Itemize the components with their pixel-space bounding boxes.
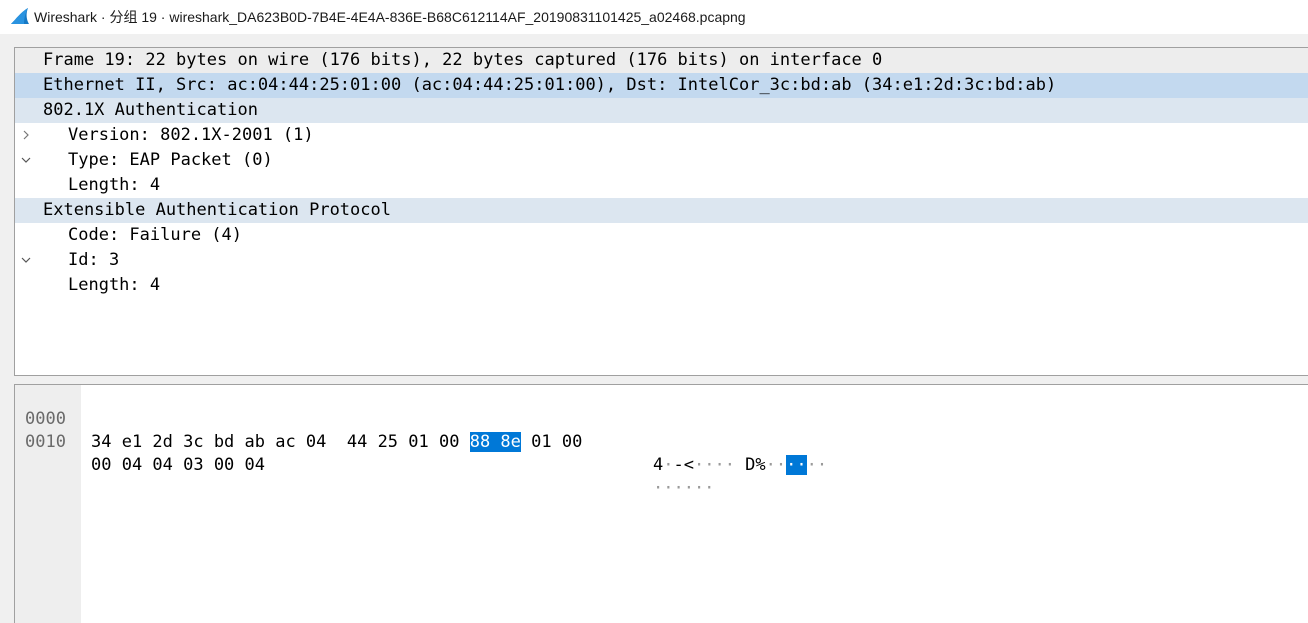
ascii-segment: -< — [673, 455, 694, 475]
tree-row-length[interactable]: Length: 4 — [15, 173, 1308, 198]
ascii-highlight[interactable]: ·· — [786, 455, 807, 475]
hex-highlight[interactable]: 88 8e — [469, 432, 521, 452]
tree-row-label: Version: 802.1X-2001 (1) — [68, 125, 314, 145]
pane-splitter[interactable] — [0, 376, 1308, 384]
title-bar: Wireshark · 分组 19 · wireshark_DA623B0D-7… — [0, 0, 1308, 34]
tree-row-label: Code: Failure (4) — [68, 225, 242, 245]
wireshark-fin-icon — [11, 8, 29, 24]
tree-row-code[interactable]: Code: Failure (4) — [15, 223, 1308, 248]
ascii-dots: ·· — [765, 455, 787, 475]
hex-segment: 34 e1 2d 3c bd ab ac 04 44 25 01 00 — [91, 432, 470, 452]
ascii-segment: 4 — [653, 455, 664, 475]
tree-row-8021x[interactable]: 802.1X Authentication — [15, 98, 1308, 163]
tree-row-eap[interactable]: Extensible Authentication Protocol — [15, 198, 1308, 263]
ascii-dots: · — [663, 455, 674, 475]
hex-bytes[interactable]: 34 e1 2d 3c bd ab ac 04 44 25 01 00 88 8… — [91, 431, 582, 454]
ascii-dots: ···· — [693, 455, 746, 475]
chevron-right-icon[interactable] — [21, 73, 35, 140]
packet-details-pane[interactable]: Frame 19: 22 bytes on wire (176 bits), 2… — [14, 47, 1308, 376]
tree-row-label: Ethernet II, Src: ac:04:44:25:01:00 (ac:… — [43, 75, 1057, 95]
packet-bytes-pane[interactable]: 0000 34 e1 2d 3c bd ab ac 04 44 25 01 00… — [14, 384, 1308, 623]
tree-row-label: Type: EAP Packet (0) — [68, 150, 273, 170]
tree-row-label: Frame 19: 22 bytes on wire (176 bits), 2… — [43, 50, 883, 70]
byte-row[interactable]: 0000 34 e1 2d 3c bd ab ac 04 44 25 01 00… — [15, 385, 1305, 475]
tree-row-label: Length: 4 — [68, 175, 161, 195]
tree-row-id[interactable]: Id: 3 — [15, 248, 1308, 273]
ascii-bytes[interactable]: ······ — [653, 477, 714, 500]
byte-offset: 0010 — [25, 432, 66, 452]
chevron-right-icon[interactable] — [21, 48, 35, 115]
ascii-bytes[interactable]: 4·-<···· D%······ — [653, 454, 827, 477]
tree-row-version[interactable]: Version: 802.1X-2001 (1) — [15, 123, 1308, 148]
tree-row-type[interactable]: Type: EAP Packet (0) — [15, 148, 1308, 173]
chevron-down-icon[interactable] — [21, 198, 35, 263]
tree-row-frame[interactable]: Frame 19: 22 bytes on wire (176 bits), 2… — [15, 48, 1308, 115]
tree-row-eap-length[interactable]: Length: 4 — [15, 273, 1308, 298]
byte-row[interactable]: 0010 00 04 04 03 00 04 ······ — [15, 408, 1305, 498]
tree-row-label: Extensible Authentication Protocol — [43, 200, 391, 220]
window-title: Wireshark · 分组 19 · wireshark_DA623B0D-7… — [34, 9, 746, 25]
tree-row-label: Id: 3 — [68, 250, 120, 270]
tree-row-label: 802.1X Authentication — [43, 100, 258, 120]
tree-row-ethernet[interactable]: Ethernet II, Src: ac:04:44:25:01:00 (ac:… — [15, 73, 1308, 140]
hex-bytes[interactable]: 00 04 04 03 00 04 — [91, 454, 265, 477]
hex-segment: 01 00 — [520, 432, 583, 452]
ascii-dots: ·· — [806, 455, 828, 475]
ascii-segment: D% — [745, 455, 766, 475]
chevron-down-icon[interactable] — [21, 98, 35, 163]
tree-row-label: Length: 4 — [68, 275, 161, 295]
